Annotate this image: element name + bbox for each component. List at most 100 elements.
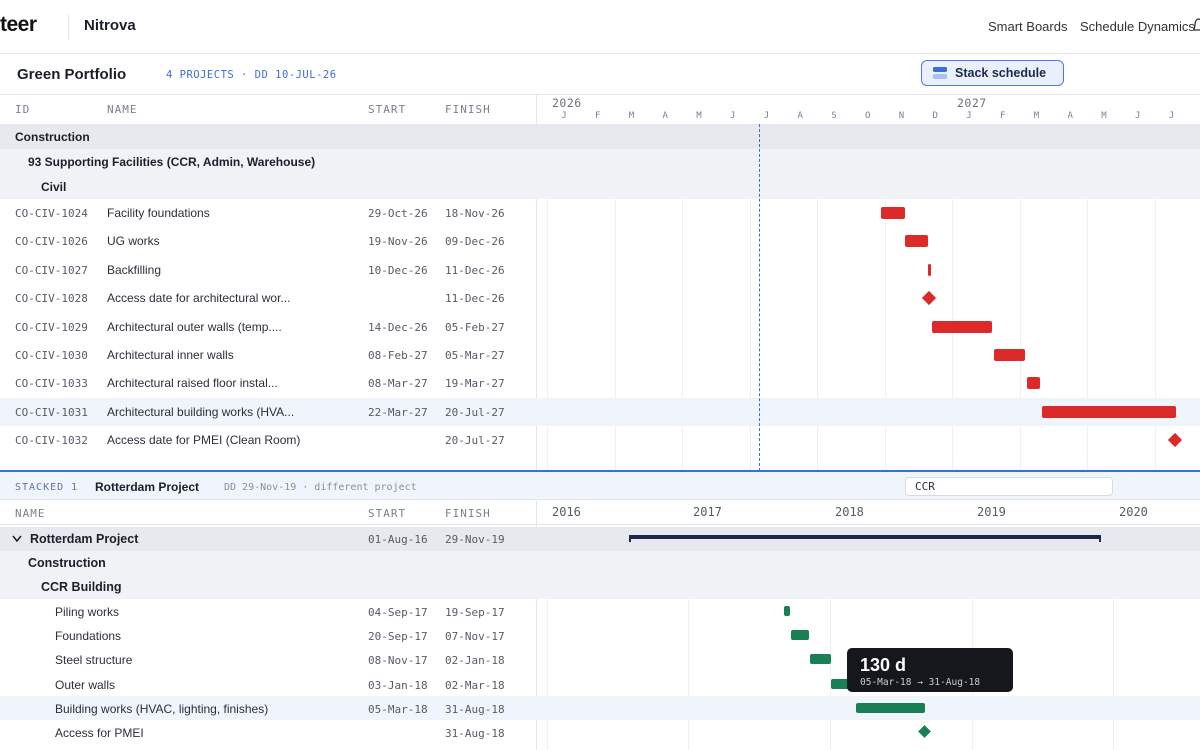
month-label: S (831, 111, 837, 121)
month-label: F (595, 111, 601, 121)
tooltip-duration: 130 d (860, 655, 907, 675)
month-label: M (696, 111, 702, 121)
timeline-year: 2019 (977, 505, 1006, 519)
task-start: 08-Feb-27 (368, 349, 428, 362)
timeline-year: 2020 (1119, 505, 1148, 519)
month-label: M (1101, 111, 1107, 121)
stacked-task-bar[interactable] (809, 654, 831, 665)
task-name: UG works (107, 234, 160, 249)
task-row[interactable]: CO-CIV-1031 Architectural building works … (0, 397, 1200, 427)
stacked-project-row[interactable]: Rotterdam Project 01-Aug-16 29-Nov-19 (0, 527, 1200, 551)
stacked-task-row[interactable]: Building works (HVAC, lighting, finishes… (0, 695, 1200, 720)
group-label: Civil (41, 180, 67, 194)
workspace-name[interactable]: Nitrova (84, 17, 136, 34)
task-finish: 19-Sep-17 (445, 606, 505, 619)
stack-schedule-label: Stack schedule (955, 66, 1047, 80)
stacked-header: STACKED 1 Rotterdam Project DD 29-Nov-19… (0, 472, 1200, 500)
nav-smart-boards[interactable]: Smart Boards (988, 19, 1067, 34)
task-name: Access for PMEI (55, 726, 144, 740)
task-name: Outer walls (55, 677, 116, 692)
task-id: CO-CIV-1026 (15, 235, 88, 249)
stacked-task-bar[interactable] (790, 630, 810, 641)
stacked-group-construction[interactable]: Construction (0, 551, 1200, 575)
task-bar[interactable] (881, 207, 905, 219)
project-summary-bar[interactable] (629, 535, 1101, 539)
month-label: J (966, 111, 972, 121)
chevron-down-icon[interactable] (12, 535, 22, 543)
stacked-task-row[interactable]: Piling works 04-Sep-17 19-Sep-17 (0, 599, 1200, 623)
timeline-year: 2017 (693, 505, 722, 519)
stack-schedule-button[interactable]: Stack schedule (921, 60, 1064, 86)
stacked-task-row[interactable]: Access for PMEI 31-Aug-18 (0, 720, 1200, 744)
task-row[interactable]: CO-CIV-1028 Access date for architectural… (0, 284, 1200, 312)
task-name: Architectural inner walls (107, 348, 234, 362)
column-id-header[interactable]: ID (15, 103, 30, 116)
column-start-header[interactable]: START (368, 103, 406, 116)
stacked-task-row[interactable]: Steel structure 08-Nov-17 02-Jan-18 (0, 647, 1200, 671)
notification-bell-icon[interactable] (1193, 18, 1200, 34)
group-row-supporting-facilities[interactable]: 93 Supporting Facilities (CCR, Admin, Wa… (0, 149, 1200, 174)
task-start: 14-Dec-26 (368, 320, 428, 334)
stacked-grid-header: NAME START FINISH 2016 2017 2018 2019 20… (0, 501, 1200, 525)
month-label: J (1168, 111, 1175, 121)
stacked-tag: STACKED 1 (15, 482, 79, 493)
task-start: 08-Mar-27 (368, 377, 428, 391)
column-name-header[interactable]: NAME (15, 507, 46, 520)
task-finish: 11-Dec-26 (445, 292, 505, 306)
task-row[interactable]: CO-CIV-1030 Architectural inner walls 08-F… (0, 341, 1200, 369)
project-finish: 29-Nov-19 (445, 533, 505, 546)
task-bar[interactable] (994, 349, 1025, 361)
stacked-task-row[interactable]: Foundations 20-Sep-17 07-Nov-17 (0, 623, 1200, 647)
group-label: 93 Supporting Facilities (CCR, Admin, Wa… (28, 155, 316, 169)
column-finish-header[interactable]: FINISH (445, 507, 491, 520)
task-id: CO-CIV-1024 (15, 207, 88, 220)
portfolio-title: Green Portfolio (17, 66, 127, 83)
group-label: CCR Building (41, 580, 122, 594)
stacked-project-name: Rotterdam Project (95, 480, 200, 494)
stacked-group-ccr-building[interactable]: CCR Building (0, 575, 1200, 599)
task-row[interactable]: CO-CIV-1026 UG works 19-Nov-26 09-Dec-26 (0, 227, 1200, 255)
stacked-task-bar[interactable] (784, 606, 791, 616)
task-bar[interactable] (928, 263, 932, 276)
task-name: Piling works (55, 605, 120, 619)
stacked-milestone-diamond[interactable] (918, 725, 932, 738)
task-finish: 20-Jul-27 (445, 405, 505, 419)
month-label: N (898, 111, 905, 121)
month-label: J (561, 111, 567, 121)
task-bar[interactable] (1027, 377, 1041, 390)
month-label: M (628, 111, 635, 121)
task-bar[interactable] (932, 320, 992, 333)
task-row[interactable]: CO-CIV-1027 Backfilling 10-Dec-26 11-Dec-26 (0, 256, 1200, 284)
month-label: A (1067, 111, 1073, 121)
task-id: CO-CIV-1030 (15, 349, 88, 362)
task-row[interactable]: CO-CIV-1029 Architectural outer walls (te… (0, 313, 1200, 341)
task-row[interactable]: CO-CIV-1032 Access date for PMEI (Clean R… (0, 426, 1200, 454)
stacked-meta: DD 29-Nov-19 · different project (224, 482, 417, 493)
task-bar[interactable] (904, 235, 928, 248)
task-start: 10-Dec-26 (368, 263, 428, 277)
group-row-civil[interactable]: Civil (0, 174, 1200, 199)
nav-schedule-dynamics[interactable]: Schedule Dynamics (1080, 19, 1195, 34)
group-row-construction[interactable]: Construction (0, 124, 1200, 149)
task-row[interactable]: CO-CIV-1033 Architectural raised floor in… (0, 369, 1200, 397)
stacked-task-bar[interactable] (855, 702, 925, 713)
task-start: 03-Jan-18 (368, 678, 428, 692)
column-start-header[interactable]: START (368, 507, 406, 520)
stacked-task-row[interactable]: Outer walls 03-Jan-18 02-Mar-18 (0, 672, 1200, 696)
milestone-diamond[interactable] (922, 291, 937, 306)
task-finish: 09-Dec-26 (445, 235, 505, 249)
column-name-header[interactable]: NAME (107, 103, 138, 116)
milestone-diamond[interactable] (1168, 433, 1183, 448)
timeline-year: 2018 (835, 505, 864, 519)
task-name: Backfilling (107, 262, 162, 277)
grid-header: ID NAME START FINISH 2026 2027 J F M A M J J A S… (0, 94, 1200, 123)
task-row[interactable]: CO-CIV-1024 Facility foundations 29-Oct-26… (0, 199, 1200, 227)
month-label: J (730, 111, 736, 121)
task-finish: 20-Jul-27 (445, 434, 505, 448)
column-finish-header[interactable]: FINISH (445, 103, 491, 116)
project-name: Rotterdam Project (30, 532, 139, 546)
stacked-filter-input[interactable]: CCR (905, 477, 1113, 496)
task-bar[interactable] (1042, 405, 1177, 418)
app-logo[interactable]: teer (0, 13, 37, 37)
task-name: Architectural outer walls (temp.... (107, 319, 282, 334)
